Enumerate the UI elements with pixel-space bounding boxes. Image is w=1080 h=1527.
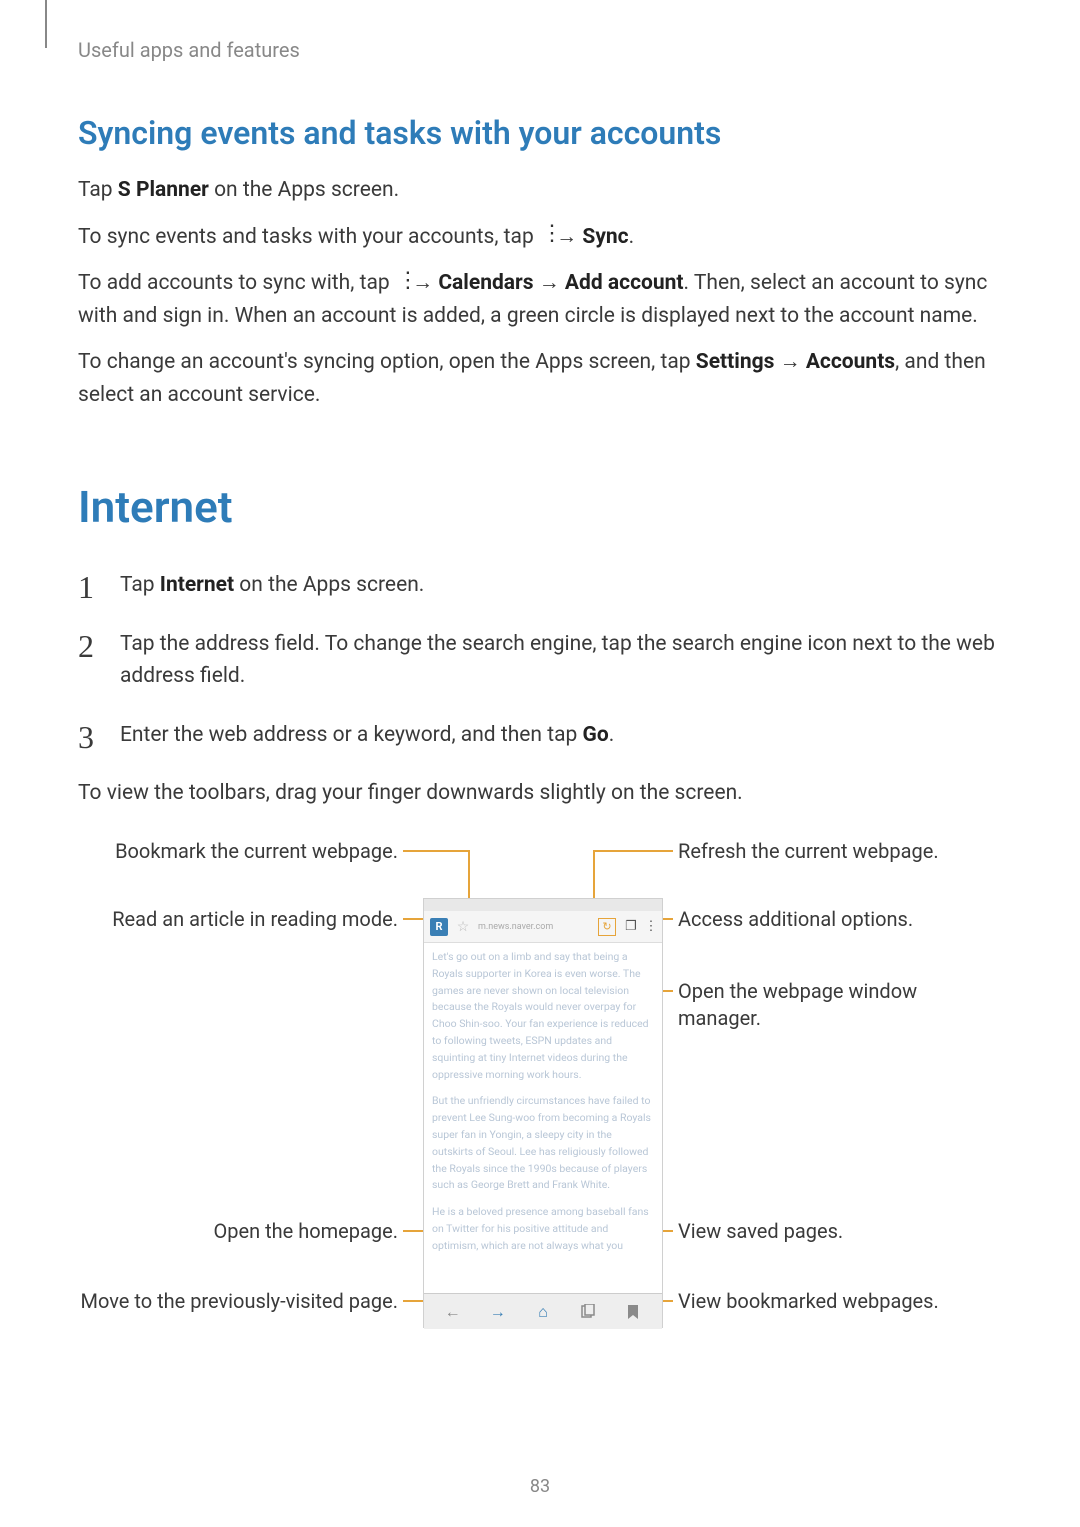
chapter-heading: Internet	[78, 481, 1002, 533]
callout-homepage: Open the homepage.	[78, 1218, 398, 1245]
callout-bookmark: Bookmark the current webpage.	[78, 838, 398, 865]
paragraph-sync: To sync events and tasks with your accou…	[78, 221, 1002, 254]
callout-reading-mode: Read an article in reading mode.	[78, 906, 398, 933]
page-number: 83	[0, 1476, 1080, 1497]
phone-mockup: R ☆ m.news.naver.com ↻ ❐ ⋮ Let's go out …	[423, 898, 663, 1328]
callout-back: Move to the previously-visited page.	[78, 1288, 398, 1315]
callout-saved-pages: View saved pages.	[678, 1218, 998, 1245]
browser-diagram: Bookmark the current webpage. Read an ar…	[78, 838, 1002, 1378]
browser-address-bar: R ☆ m.news.naver.com ↻ ❐ ⋮	[424, 911, 662, 943]
bookmarks-icon[interactable]	[621, 1300, 645, 1324]
step-1: Tap Internet on the Apps screen.	[78, 569, 1002, 602]
callout-refresh: Refresh the current webpage.	[678, 838, 998, 865]
webpage-content: Let's go out on a limb and say that bein…	[424, 943, 662, 1293]
page-corner-rule	[45, 0, 47, 48]
home-icon[interactable]: ⌂	[531, 1300, 555, 1324]
refresh-icon[interactable]: ↻	[598, 918, 616, 936]
step-3: Enter the web address or a keyword, and …	[78, 719, 1002, 752]
url-field[interactable]: m.news.naver.com	[478, 922, 592, 932]
step-2: Tap the address field. To change the sea…	[78, 628, 1002, 693]
step-list: Tap Internet on the Apps screen. Tap the…	[78, 569, 1002, 751]
breadcrumb: Useful apps and features	[78, 38, 1002, 62]
body-text: But the unfriendly circumstances have fa…	[432, 1093, 654, 1194]
section-heading: Syncing events and tasks with your accou…	[78, 114, 1002, 152]
paragraph-toolbars: To view the toolbars, drag your finger d…	[78, 777, 1002, 810]
callout-bookmarks: View bookmarked webpages.	[678, 1288, 998, 1315]
window-manager-icon[interactable]: ❐	[622, 918, 640, 936]
forward-icon[interactable]: →	[486, 1300, 510, 1324]
paragraph-add-account: To add accounts to sync with, tap → Cale…	[78, 267, 1002, 332]
browser-toolbar: ← → ⌂	[424, 1293, 662, 1329]
phone-status-bar	[424, 899, 662, 911]
paragraph-splanner: Tap S Planner on the Apps screen.	[78, 174, 1002, 207]
body-text: He is a beloved presence among baseball …	[432, 1204, 654, 1254]
saved-pages-icon[interactable]	[576, 1300, 600, 1324]
back-icon[interactable]: ←	[441, 1300, 465, 1324]
reading-mode-icon[interactable]: R	[430, 918, 448, 936]
page-content: Useful apps and features Syncing events …	[0, 0, 1080, 1418]
paragraph-change-sync: To change an account's syncing option, o…	[78, 346, 1002, 411]
more-options-icon[interactable]: ⋮	[646, 918, 656, 936]
more-options-icon	[397, 274, 405, 294]
callout-window-manager: Open the webpage window manager.	[678, 978, 998, 1032]
callout-options: Access additional options.	[678, 906, 998, 933]
bookmark-star-icon[interactable]: ☆	[454, 918, 472, 936]
body-text: Let's go out on a limb and say that bein…	[432, 949, 654, 1083]
more-options-icon	[541, 227, 549, 247]
